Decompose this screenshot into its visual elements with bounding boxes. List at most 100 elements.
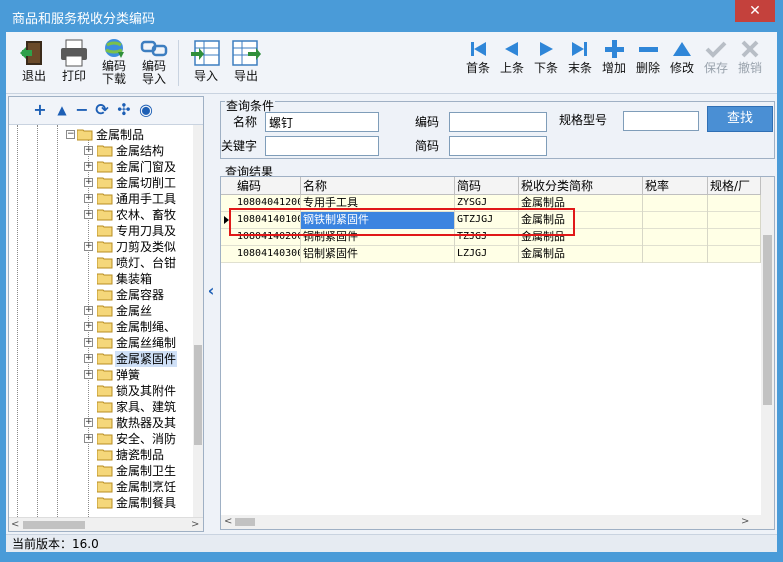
code-import-button[interactable]: 编码 导入 xyxy=(134,38,174,92)
tree-node-parent[interactable]: − 金属制品 xyxy=(9,127,193,143)
column-header[interactable]: 编码 xyxy=(235,177,301,195)
tree-node[interactable]: 喷灯、台钳 xyxy=(9,255,193,271)
tree-remove-icon[interactable]: − xyxy=(73,101,91,119)
collapse-left-icon[interactable]: ‹ xyxy=(205,282,217,300)
expand-icon[interactable]: + xyxy=(84,306,93,315)
tree-node[interactable]: + 通用手工具 xyxy=(9,191,193,207)
folder-icon xyxy=(97,401,113,413)
tree-refresh-icon[interactable]: ⟳ xyxy=(93,101,111,119)
grid-scroll-left-icon[interactable]: < xyxy=(224,515,232,529)
tree-node[interactable]: + 弹簧 xyxy=(9,367,193,383)
expand-icon[interactable]: + xyxy=(84,242,93,251)
tree-node[interactable]: 金属容器 xyxy=(9,287,193,303)
table-cell[interactable] xyxy=(708,246,761,263)
tree-node-label: 金属容器 xyxy=(116,288,165,302)
table-cell[interactable] xyxy=(643,212,708,229)
tree-node[interactable]: + 安全、消防 xyxy=(9,431,193,447)
abbr-input[interactable] xyxy=(449,136,547,156)
column-header[interactable]: 规格/厂 xyxy=(708,177,761,195)
minus-icon xyxy=(639,47,658,52)
title-bar: 商品和服务税收分类编码 ✕ xyxy=(0,0,783,32)
column-header[interactable]: 简码 xyxy=(455,177,519,195)
grid-scroll-right-icon[interactable]: > xyxy=(741,515,749,529)
expand-icon[interactable]: + xyxy=(84,338,93,347)
close-button[interactable]: ✕ xyxy=(735,0,775,22)
table-cell[interactable]: 金属制品 xyxy=(519,246,643,263)
tree-node[interactable]: + 金属紧固件 xyxy=(9,351,193,367)
folder-icon xyxy=(97,241,113,253)
grid-hscroll-thumb[interactable] xyxy=(235,518,255,526)
expand-icon[interactable]: + xyxy=(84,322,93,331)
table-cell[interactable]: 108041403000 xyxy=(235,246,301,263)
cancel-button[interactable]: 撤销 xyxy=(730,38,770,92)
tree-vertical-scrollbar[interactable] xyxy=(193,125,203,517)
tree-node-label: 通用手工具 xyxy=(116,192,177,206)
folder-icon xyxy=(97,433,113,445)
table-cell[interactable] xyxy=(643,229,708,246)
tree-expand-icon[interactable]: ✣ xyxy=(115,101,133,119)
table-cell[interactable] xyxy=(708,229,761,246)
tree-node[interactable]: + 刀剪及类似 xyxy=(9,239,193,255)
scroll-left-icon[interactable]: < xyxy=(11,518,19,532)
expand-icon[interactable]: + xyxy=(84,194,93,203)
search-button[interactable]: 查找 xyxy=(707,106,773,132)
expand-icon[interactable]: + xyxy=(84,210,93,219)
tree-target-icon[interactable]: ◉ xyxy=(137,101,155,119)
table-cell[interactable] xyxy=(708,212,761,229)
grid-scroll-thumb[interactable] xyxy=(763,235,772,405)
tree-node[interactable]: 金属制餐具 xyxy=(9,495,193,511)
tree-node[interactable]: + 农林、畜牧 xyxy=(9,207,193,223)
print-button[interactable]: 打印 xyxy=(54,38,94,92)
tree-add-icon[interactable]: + xyxy=(31,101,49,119)
expand-icon[interactable]: + xyxy=(84,434,93,443)
tree-node[interactable]: 专用刀具及 xyxy=(9,223,193,239)
expand-icon[interactable]: + xyxy=(84,178,93,187)
tree-node[interactable]: + 金属制绳、 xyxy=(9,319,193,335)
tree-node[interactable]: + 散热器及其 xyxy=(9,415,193,431)
tree-node[interactable]: 锁及其附件 xyxy=(9,383,193,399)
tree-node[interactable]: + 金属丝绳制 xyxy=(9,335,193,351)
name-input[interactable] xyxy=(265,112,379,132)
app-window: 商品和服务税收分类编码 ✕ 退出 打印 编码 下载 编码 导入 导入 导出 首条… xyxy=(0,0,783,562)
table-cell[interactable] xyxy=(708,195,761,212)
tree-node[interactable]: 金属制卫生 xyxy=(9,463,193,479)
export-button[interactable]: 导出 xyxy=(226,38,266,92)
tree-up-icon[interactable]: ▲ xyxy=(53,101,71,119)
exit-button[interactable]: 退出 xyxy=(14,38,54,92)
expand-icon[interactable]: + xyxy=(84,162,93,171)
panel-splitter[interactable]: ‹ xyxy=(205,96,217,532)
tree-node[interactable]: + 金属切削工 xyxy=(9,175,193,191)
table-cell[interactable] xyxy=(643,195,708,212)
spec-input[interactable] xyxy=(623,111,699,131)
column-header[interactable]: 税收分类简称 xyxy=(519,177,643,195)
collapse-icon[interactable]: − xyxy=(66,130,75,139)
tree-node[interactable]: + 金属门窗及 xyxy=(9,159,193,175)
expand-icon[interactable]: + xyxy=(84,418,93,427)
grid-vertical-scrollbar[interactable] xyxy=(761,177,774,515)
scroll-right-icon[interactable]: > xyxy=(191,518,199,532)
tree-node[interactable]: 集装箱 xyxy=(9,271,193,287)
grid-horizontal-scrollbar[interactable]: < > xyxy=(221,515,774,529)
keyword-input[interactable] xyxy=(265,136,379,156)
column-header[interactable]: 名称 xyxy=(301,177,455,195)
table-cell[interactable]: LZJGJ xyxy=(455,246,519,263)
tree-node[interactable]: + 金属结构 xyxy=(9,143,193,159)
table-cell[interactable]: 铝制紧固件 xyxy=(301,246,455,263)
expand-icon[interactable]: + xyxy=(84,370,93,379)
tree-node[interactable]: 家具、建筑 xyxy=(9,399,193,415)
tree-node[interactable]: + 金属丝 xyxy=(9,303,193,319)
code-download-button[interactable]: 编码 下载 xyxy=(94,38,134,92)
import-button[interactable]: 导入 xyxy=(186,38,226,92)
folder-icon xyxy=(97,321,113,333)
tree-node[interactable]: 搪瓷制品 xyxy=(9,447,193,463)
tree-horizontal-scrollbar[interactable]: < > xyxy=(9,517,203,531)
tree-node[interactable]: 金属制烹饪 xyxy=(9,479,193,495)
table-row[interactable]: 108041403000铝制紧固件LZJGJ金属制品 xyxy=(221,246,761,263)
expand-icon[interactable]: + xyxy=(84,354,93,363)
expand-icon[interactable]: + xyxy=(84,146,93,155)
table-cell[interactable] xyxy=(643,246,708,263)
code-input[interactable] xyxy=(449,112,547,132)
column-header[interactable]: 税率 xyxy=(643,177,708,195)
tree-hscroll-thumb[interactable] xyxy=(23,521,85,529)
tree-scroll-thumb[interactable] xyxy=(194,345,202,445)
